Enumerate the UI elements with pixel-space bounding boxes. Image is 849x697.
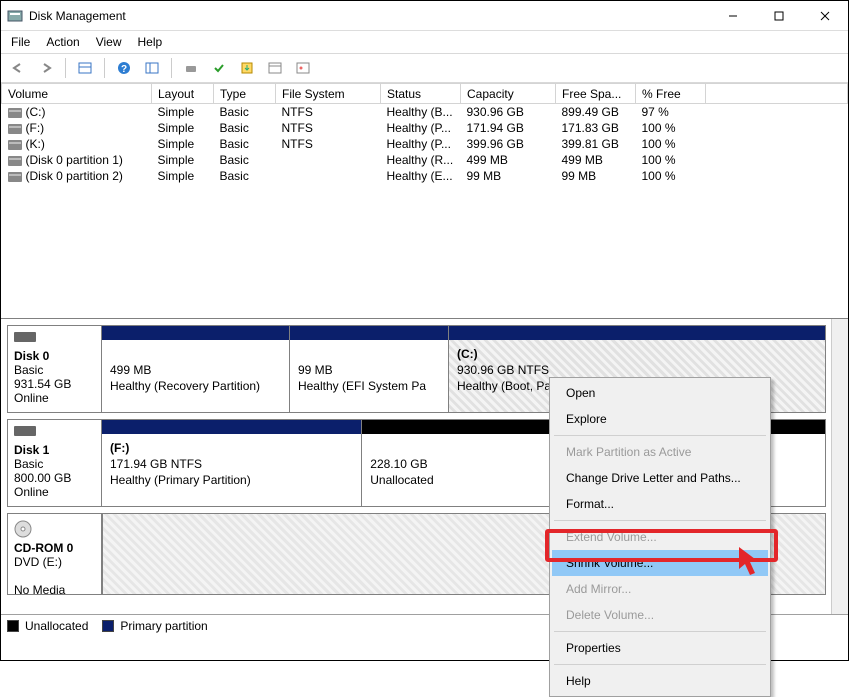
legend-unallocated-label: Unallocated: [25, 619, 88, 633]
ctx-change-letter[interactable]: Change Drive Letter and Paths...: [552, 465, 768, 491]
view-list-button[interactable]: [74, 57, 96, 79]
help-button[interactable]: ?: [113, 57, 135, 79]
table-row[interactable]: (Disk 0 partition 2)SimpleBasicHealthy (…: [2, 168, 848, 184]
swatch-unallocated: [7, 620, 19, 632]
menu-action[interactable]: Action: [46, 35, 79, 49]
ctx-properties[interactable]: Properties: [552, 635, 768, 661]
swatch-primary: [102, 620, 114, 632]
back-button[interactable]: [7, 57, 29, 79]
drive-icon: [8, 108, 22, 118]
disk-1-title: Disk 1: [14, 443, 49, 457]
ctx-format[interactable]: Format...: [552, 491, 768, 517]
drive-icon: [8, 172, 22, 182]
stripe-primary: [290, 326, 448, 340]
disk-0-label[interactable]: Disk 0 Basic 931.54 GB Online: [8, 326, 102, 412]
titlebar: Disk Management: [1, 1, 848, 31]
refresh-button[interactable]: [180, 57, 202, 79]
menubar: File Action View Help: [1, 31, 848, 54]
ctx-separator: [554, 631, 766, 632]
cdrom-label[interactable]: CD-ROM 0 DVD (E:) No Media: [8, 514, 102, 594]
toolbar: ?: [1, 54, 848, 83]
maximize-button[interactable]: [756, 1, 802, 31]
cdrom-title: CD-ROM 0: [14, 541, 73, 555]
volume-list: Volume Layout Type File System Status Ca…: [1, 83, 848, 319]
stripe-primary: [102, 420, 361, 434]
ctx-explore[interactable]: Explore: [552, 406, 768, 432]
table-row[interactable]: (F:)SimpleBasicNTFSHealthy (P...171.94 G…: [2, 120, 848, 136]
extra-button[interactable]: [292, 57, 314, 79]
stripe-primary: [102, 326, 289, 340]
ctx-separator: [554, 435, 766, 436]
scrollbar[interactable]: [831, 319, 848, 614]
drive-icon: [8, 156, 22, 166]
col-free[interactable]: Free Spa...: [556, 84, 636, 104]
stripe-primary: [449, 326, 825, 340]
ctx-extend: Extend Volume...: [552, 524, 768, 550]
legend-primary-label: Primary partition: [120, 619, 207, 633]
col-type[interactable]: Type: [214, 84, 276, 104]
app-icon: [7, 8, 23, 24]
menu-help[interactable]: Help: [138, 35, 163, 49]
ctx-separator: [554, 520, 766, 521]
toolbar-separator: [65, 58, 66, 78]
disk1-partition-f[interactable]: (F:)171.94 GB NTFSHealthy (Primary Parti…: [102, 420, 362, 506]
disk-icon: [14, 332, 36, 342]
col-volume[interactable]: Volume: [2, 84, 152, 104]
context-menu: Open Explore Mark Partition as Active Ch…: [549, 377, 771, 697]
menu-view[interactable]: View: [96, 35, 122, 49]
toolbar-separator: [171, 58, 172, 78]
vol-name: (Disk 0 partition 2): [26, 169, 123, 183]
disk-icon: [14, 426, 36, 436]
forward-button[interactable]: [35, 57, 57, 79]
svg-text:?: ?: [121, 64, 127, 75]
vol-name: (Disk 0 partition 1): [26, 153, 123, 167]
toolbar-separator: [104, 58, 105, 78]
disk-0-title: Disk 0: [14, 349, 49, 363]
drive-icon: [8, 124, 22, 134]
window-title: Disk Management: [29, 9, 710, 23]
col-fs[interactable]: File System: [276, 84, 381, 104]
ctx-mark-active: Mark Partition as Active: [552, 439, 768, 465]
col-capacity[interactable]: Capacity: [461, 84, 556, 104]
properties-button[interactable]: [264, 57, 286, 79]
action-save-button[interactable]: [236, 57, 258, 79]
col-status[interactable]: Status: [381, 84, 461, 104]
ctx-separator: [554, 664, 766, 665]
ctx-open[interactable]: Open: [552, 380, 768, 406]
ctx-delete: Delete Volume...: [552, 602, 768, 628]
ctx-help[interactable]: Help: [552, 668, 768, 694]
minimize-button[interactable]: [710, 1, 756, 31]
table-row[interactable]: (K:)SimpleBasicNTFSHealthy (P...399.96 G…: [2, 136, 848, 152]
ctx-shrink[interactable]: Shrink Volume...: [552, 550, 768, 576]
vol-name: (C:): [26, 105, 46, 119]
column-headers[interactable]: Volume Layout Type File System Status Ca…: [2, 84, 848, 104]
vol-name: (K:): [26, 137, 45, 151]
vol-name: (F:): [26, 121, 45, 135]
close-button[interactable]: [802, 1, 848, 31]
ctx-add-mirror: Add Mirror...: [552, 576, 768, 602]
disk0-partition-2[interactable]: 99 MBHealthy (EFI System Pa: [290, 326, 449, 412]
disk-1-label[interactable]: Disk 1 Basic 800.00 GB Online: [8, 420, 102, 506]
menu-file[interactable]: File: [11, 35, 30, 49]
cd-icon: [14, 520, 32, 538]
col-layout[interactable]: Layout: [152, 84, 214, 104]
drive-icon: [8, 140, 22, 150]
table-row[interactable]: (Disk 0 partition 1)SimpleBasicHealthy (…: [2, 152, 848, 168]
disk0-partition-1[interactable]: 499 MBHealthy (Recovery Partition): [102, 326, 290, 412]
table-row[interactable]: (C:)SimpleBasicNTFSHealthy (B...930.96 G…: [2, 104, 848, 121]
action-checkmark-button[interactable]: [208, 57, 230, 79]
col-pct[interactable]: % Free: [636, 84, 706, 104]
settings-button[interactable]: [141, 57, 163, 79]
